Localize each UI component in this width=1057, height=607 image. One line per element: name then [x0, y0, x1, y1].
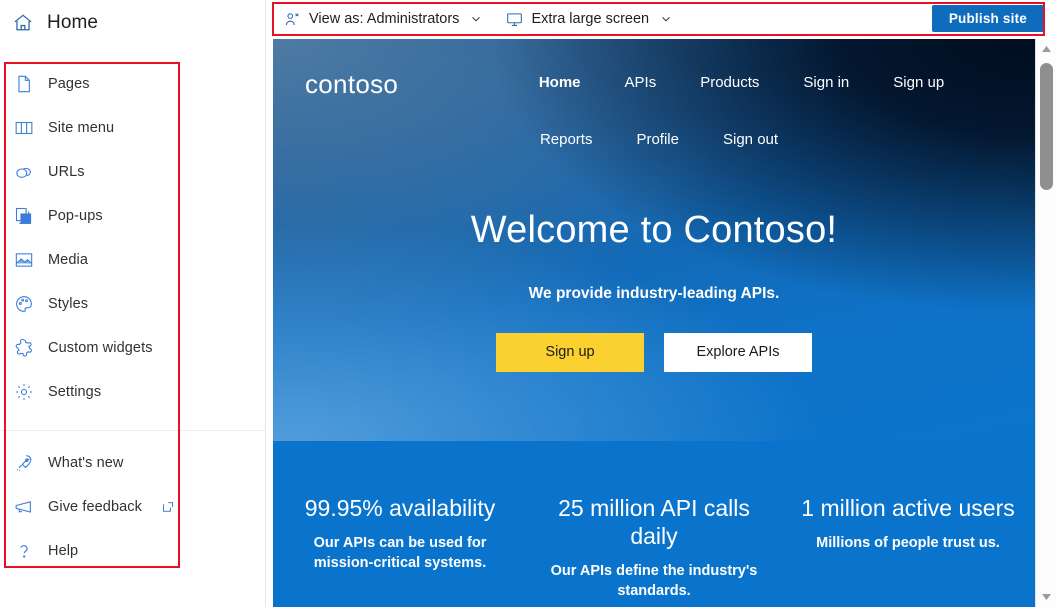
- copy-icon: [14, 206, 34, 226]
- app-root: Home Pages Site menu URLs Pop-ups Media …: [0, 0, 1057, 607]
- stat-body: Our APIs can be used for mission-critica…: [313, 535, 487, 571]
- site-nav-link-home[interactable]: Home: [517, 68, 603, 97]
- external-link-icon: [156, 501, 174, 513]
- sidebar-item-label: Pop-ups: [48, 208, 103, 224]
- page-title: Home: [47, 12, 99, 33]
- sidebar-item-help[interactable]: Help: [0, 529, 266, 573]
- sidebar-item-label: URLs: [48, 164, 85, 180]
- site-nav-link-sign-up[interactable]: Sign up: [871, 68, 966, 97]
- sidebar-item-site-menu[interactable]: Site menu: [0, 106, 266, 150]
- palette-icon: [14, 294, 34, 314]
- scrollbar-thumb[interactable]: [1040, 63, 1053, 190]
- site-nav-link-sign-out[interactable]: Sign out: [701, 125, 800, 154]
- site-nav-link-apis[interactable]: APIs: [603, 68, 679, 97]
- stat-body: Our APIs define the industry's standards…: [550, 563, 758, 599]
- stat-card: 1 million active users Millions of peopl…: [781, 494, 1035, 601]
- sidebar-item-whats-new[interactable]: What's new: [0, 441, 266, 485]
- sidebar-item-label: Help: [48, 543, 79, 559]
- monitor-icon: [506, 11, 523, 28]
- home-icon: [12, 12, 34, 34]
- stat-body: Millions of people trust us.: [816, 535, 1000, 552]
- question-icon: [14, 541, 34, 561]
- chevron-down-icon: [467, 13, 482, 25]
- sidebar-item-label: What's new: [48, 455, 124, 471]
- hero-sign-up-button[interactable]: Sign up: [496, 332, 644, 372]
- sidebar-item-pages[interactable]: Pages: [0, 62, 266, 106]
- sidebar-item-give-feedback[interactable]: Give feedback: [0, 485, 266, 529]
- screen-size-dropdown[interactable]: Extra large screen: [500, 5, 678, 33]
- sidebar-item-urls[interactable]: URLs: [0, 150, 266, 194]
- left-sidebar: Home Pages Site menu URLs Pop-ups Media …: [0, 0, 266, 607]
- hero-actions: Sign up Explore APIs: [273, 332, 1035, 372]
- image-icon: [14, 250, 34, 270]
- site-nav-secondary: Reports Profile Sign out: [273, 125, 1035, 169]
- sidebar-item-label: Site menu: [48, 120, 115, 136]
- site-nav-link-reports[interactable]: Reports: [518, 125, 615, 154]
- site-nav-link-profile[interactable]: Profile: [614, 125, 701, 154]
- hero-explore-apis-button[interactable]: Explore APIs: [664, 332, 812, 372]
- sidebar-item-settings[interactable]: Settings: [0, 370, 266, 414]
- sidebar-item-label: Give feedback: [48, 499, 142, 515]
- publish-site-button[interactable]: Publish site: [931, 5, 1044, 32]
- sidebar-item-label: Settings: [48, 384, 102, 400]
- site-nav-link-sign-in[interactable]: Sign in: [781, 68, 871, 97]
- chevron-down-icon: [657, 13, 672, 25]
- preview-toolbar: View as: Administrators Extra large scre…: [266, 0, 1057, 38]
- site-nav-link-products[interactable]: Products: [678, 68, 781, 97]
- hero-content: Welcome to Contoso! We provide industry-…: [273, 209, 1035, 372]
- page-title-header: Home: [12, 8, 98, 38]
- link-icon: [14, 162, 34, 182]
- stat-heading: 25 million API calls daily: [558, 495, 750, 550]
- sidebar-item-label: Media: [48, 252, 88, 268]
- sidebar-secondary-nav: What's new Give feedback Help: [0, 441, 266, 573]
- stat-card: 99.95% availability Our APIs can be used…: [273, 494, 527, 601]
- rocket-icon: [14, 453, 34, 473]
- site-nav-primary: Home APIs Products Sign in Sign up: [273, 39, 1035, 125]
- menu-book-icon: [14, 118, 34, 138]
- page-icon: [14, 74, 34, 94]
- gear-icon: [14, 382, 34, 402]
- stat-card: 25 million API calls daily Our APIs defi…: [527, 494, 781, 601]
- people-icon: [284, 11, 301, 28]
- view-as-label: View as: Administrators: [309, 11, 460, 27]
- scroll-down-arrow-icon[interactable]: [1036, 587, 1057, 607]
- stats-row: 99.95% availability Our APIs can be used…: [273, 494, 1035, 601]
- sidebar-item-styles[interactable]: Styles: [0, 282, 266, 326]
- megaphone-icon: [14, 497, 34, 517]
- sidebar-primary-nav: Pages Site menu URLs Pop-ups Media Style…: [0, 62, 266, 414]
- stat-heading: 1 million active users: [801, 495, 1015, 521]
- puzzle-icon: [14, 338, 34, 358]
- sidebar-divider: [0, 430, 265, 431]
- preview-scrollbar[interactable]: [1035, 39, 1057, 607]
- sidebar-item-pop-ups[interactable]: Pop-ups: [0, 194, 266, 238]
- view-as-dropdown[interactable]: View as: Administrators: [278, 5, 488, 33]
- site-preview-canvas: contoso Home APIs Products Sign in Sign …: [273, 39, 1035, 607]
- screen-size-label: Extra large screen: [531, 11, 650, 27]
- sidebar-item-label: Pages: [48, 76, 90, 92]
- hero-title: Welcome to Contoso!: [470, 209, 838, 251]
- sidebar-item-media[interactable]: Media: [0, 238, 266, 282]
- sidebar-item-custom-widgets[interactable]: Custom widgets: [0, 326, 266, 370]
- sidebar-item-label: Custom widgets: [48, 340, 153, 356]
- stat-heading: 99.95% availability: [304, 495, 496, 521]
- hero-subtitle: We provide industry-leading APIs.: [528, 284, 780, 302]
- scroll-up-arrow-icon[interactable]: [1036, 39, 1057, 59]
- sidebar-item-label: Styles: [48, 296, 89, 312]
